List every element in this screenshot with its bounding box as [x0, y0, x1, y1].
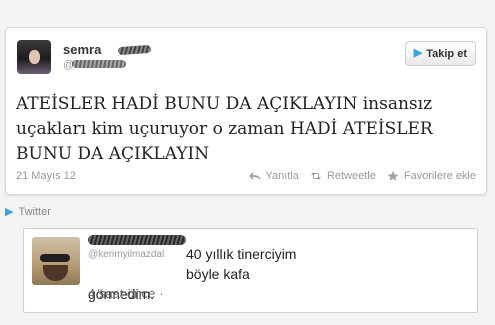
reply-action[interactable]: Yanıtla: [248, 170, 299, 182]
handle-redaction-scribble: [72, 60, 126, 68]
reply-arrow-icon: [248, 172, 261, 180]
tweet-date[interactable]: 21 Mayıs 12: [16, 170, 76, 182]
reply-user-avatar[interactable]: [32, 237, 80, 285]
reply-text-line-1: 40 yıllık tinerciyim böyle kafa: [186, 246, 297, 282]
retweet-label: Retweetle: [326, 170, 376, 182]
tweet-text: ATEİSLER HADİ BUNU DA AÇIKLAYIN insansız…: [16, 94, 433, 164]
screenshot-frame: semra @ ▶ Takip et ATEİSLER HADİ BUNU DA…: [0, 0, 495, 325]
retweet-action[interactable]: Retweetle: [309, 170, 376, 182]
retweet-icon: [310, 172, 321, 180]
redaction-scribble: [117, 44, 152, 56]
reply-time-row: 4 saat önce ·: [88, 286, 164, 301]
reply-label: Yanıtla: [265, 170, 299, 182]
reply-tweet-card: @kerimyilmazdal 40 yıllık tinerciyim böy…: [23, 228, 478, 313]
avatar-face: [29, 50, 40, 64]
time-separator: ·: [159, 286, 164, 301]
user-name[interactable]: semra: [63, 42, 101, 57]
tweet-actions: Yanıtla Retweetle Favorilere ekle: [248, 170, 476, 182]
follow-button-label: Takip et: [426, 47, 467, 60]
avatar-beard: [43, 265, 68, 281]
user-avatar[interactable]: [17, 40, 51, 74]
avatar-glasses: [40, 254, 70, 262]
original-tweet-card: semra @ ▶ Takip et ATEİSLER HADİ BUNU DA…: [5, 27, 487, 195]
tweet-meta-row: 21 Mayıs 12 Yanıtla Retweetle Favorilere…: [16, 167, 476, 185]
twitter-label[interactable]: Twitter: [18, 206, 50, 218]
reply-time[interactable]: 4 saat önce: [88, 286, 155, 301]
twitter-footer: ▶ Twitter: [5, 205, 51, 219]
twitter-bird-icon: ▶: [5, 206, 14, 218]
favorite-action[interactable]: Favorilere ekle: [386, 170, 476, 182]
star-icon: [387, 171, 399, 181]
follow-button[interactable]: ▶ Takip et: [404, 41, 476, 66]
favorite-label: Favorilere ekle: [403, 170, 476, 182]
twitter-bird-icon: ▶: [413, 47, 423, 59]
